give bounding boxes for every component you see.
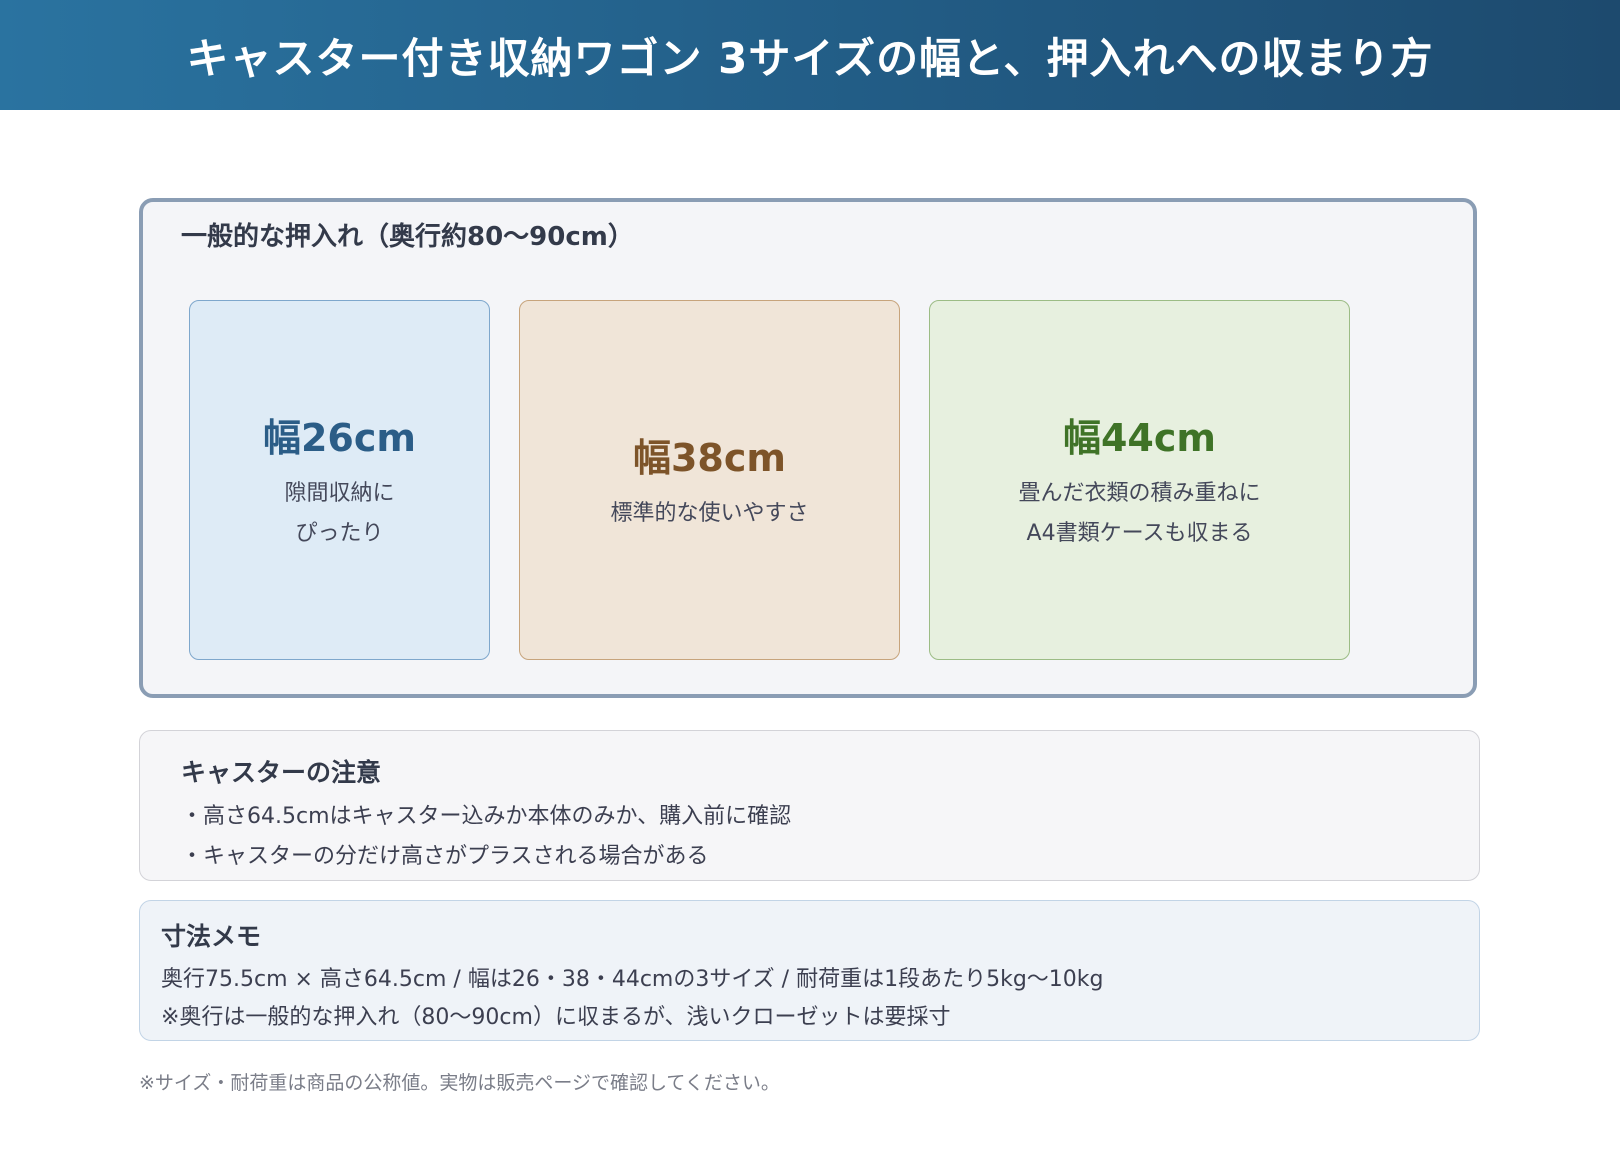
wagon-desc-line: 標準的な使いやすさ [610,500,809,526]
closet-label: 一般的な押入れ（奥行約80〜90cm） [181,222,634,252]
caution-item: ・キャスターの分だけ高さがプラスされる場合がある [181,844,709,869]
wagon-desc-line: 隙間収納に [284,480,395,506]
wagon-44cm: 幅44cm 畳んだ衣類の積み重ねに A4書類ケースも収まる [929,300,1350,660]
wagon-width-label: 幅38cm [632,435,786,480]
caster-caution-panel: キャスターの注意 ・高さ64.5cmはキャスター込みか本体のみか、購入前に確認 … [139,730,1480,881]
wagon-38cm: 幅38cm 標準的な使いやすさ [519,300,900,660]
caution-title: キャスターの注意 [181,758,382,787]
memo-line: 奥行75.5cm × 高さ64.5cm / 幅は26・38・44cmの3サイズ … [161,967,1104,992]
wagon-description: 畳んだ衣類の積み重ねに A4書類ケースも収まる [1018,474,1260,554]
caution-item: ・高さ64.5cmはキャスター込みか本体のみか、購入前に確認 [181,804,792,829]
wagon-desc-line: ぴったり [295,520,384,546]
memo-line: ※奥行は一般的な押入れ（80〜90cm）に収まるが、浅いクローゼットは要採寸 [161,1005,951,1030]
page-title: キャスター付き収納ワゴン 3サイズの幅と、押入れへの収まり方 [186,33,1434,83]
wagon-width-label: 幅26cm [262,415,416,460]
memo-title: 寸法メモ [161,922,262,951]
closet-diagram: 一般的な押入れ（奥行約80〜90cm） 幅26cm 隙間収納に ぴったり 幅38… [139,198,1477,698]
wagon-26cm: 幅26cm 隙間収納に ぴったり [189,300,490,660]
header-banner: キャスター付き収納ワゴン 3サイズの幅と、押入れへの収まり方 [0,0,1620,110]
wagon-width-label: 幅44cm [1062,415,1216,460]
wagon-description: 隙間収納に ぴったり [284,474,394,554]
wagon-desc-line: A4書類ケースも収まる [1026,520,1253,546]
footnote: ※サイズ・耐荷重は商品の公称値。実物は販売ページで確認してください。 [139,1072,780,1094]
caution-list: ・高さ64.5cmはキャスター込みか本体のみか、購入前に確認 ・キャスターの分だ… [181,797,791,877]
wagon-description: 標準的な使いやすさ [610,494,808,534]
memo-lines: 奥行75.5cm × 高さ64.5cm / 幅は26・38・44cmの3サイズ … [161,961,1103,1037]
wagon-desc-line: 畳んだ衣類の積み重ねに [1018,480,1261,506]
dimension-memo-panel: 寸法メモ 奥行75.5cm × 高さ64.5cm / 幅は26・38・44cmの… [139,900,1480,1041]
